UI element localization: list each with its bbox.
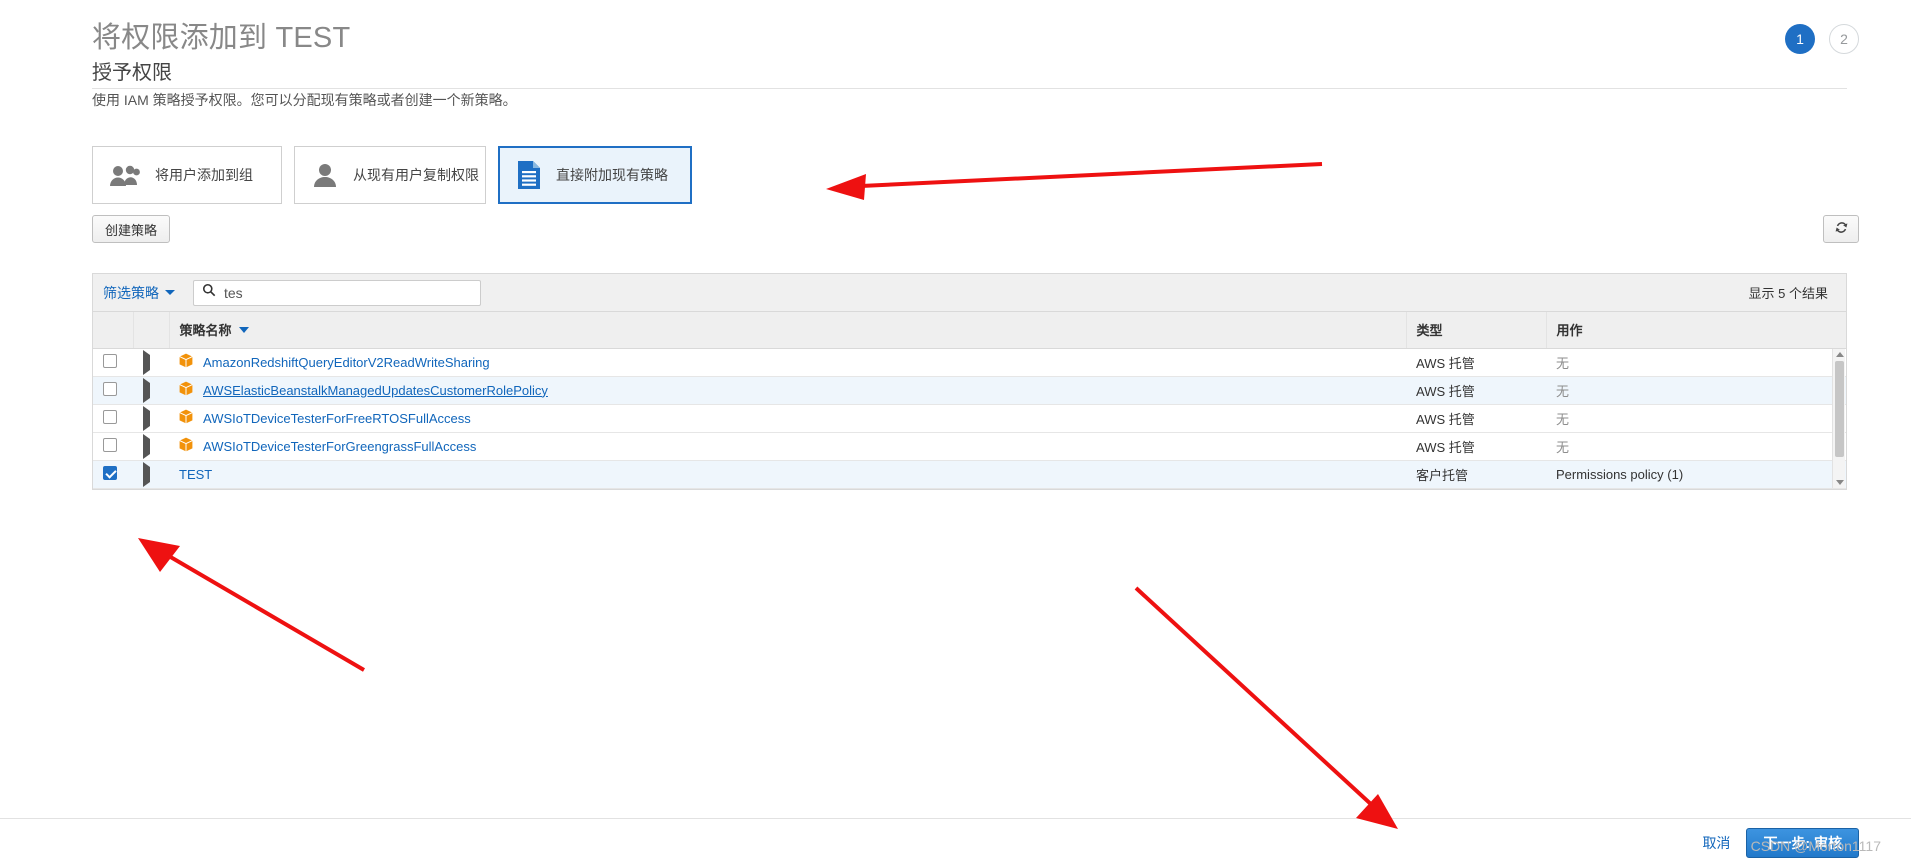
table-body: AmazonRedshiftQueryEditorV2ReadWriteShar…	[93, 348, 1846, 489]
row-name-cell: AmazonRedshiftQueryEditorV2ReadWriteShar…	[169, 348, 1406, 377]
policy-box-icon	[179, 409, 193, 427]
add-permissions-page: 将权限添加到 TEST 1 2 授予权限 使用 IAM 策略授予权限。您可以分配…	[0, 0, 1911, 866]
policy-name-link[interactable]: AWSElasticBeanstalkManagedUpdatesCustome…	[203, 383, 548, 398]
refresh-button[interactable]	[1823, 215, 1859, 243]
header-type[interactable]: 类型	[1406, 312, 1547, 349]
cancel-button[interactable]: 取消	[1702, 833, 1730, 853]
row-checkbox[interactable]	[103, 437, 117, 452]
chevron-down-icon	[165, 290, 175, 295]
row-used-as-cell: 无	[1546, 348, 1846, 377]
chevron-right-icon[interactable]	[143, 377, 150, 403]
sort-descending-icon	[238, 326, 249, 333]
policies-table: 策略名称 类型 用作 AmazonRedshiftQueryEditorV2Re…	[92, 311, 1847, 490]
row-expand-cell[interactable]	[133, 348, 169, 377]
users-group-icon	[109, 163, 141, 187]
row-used-as-cell: Permissions policy (1)	[1546, 460, 1846, 489]
row-type-cell: AWS 托管	[1406, 404, 1546, 433]
row-expand-cell[interactable]	[133, 404, 169, 433]
policy-name-link[interactable]: AWSIoTDeviceTesterForFreeRTOSFullAccess	[203, 411, 471, 426]
option-add-user-to-group[interactable]: 将用户添加到组	[92, 146, 282, 204]
table-scrollbar[interactable]	[1832, 349, 1845, 488]
header-expand	[133, 312, 170, 349]
page-title: 将权限添加到 TEST	[92, 22, 351, 54]
row-name-cell: TEST	[169, 460, 1406, 489]
chevron-right-icon[interactable]	[143, 405, 150, 431]
row-expand-cell[interactable]	[133, 376, 169, 405]
table-row[interactable]: TEST 客户托管 Permissions policy (1)	[93, 460, 1846, 489]
table-row[interactable]: AWSIoTDeviceTesterForGreengrassFullAcces…	[93, 432, 1846, 461]
row-select-cell[interactable]	[93, 404, 133, 433]
option-copy-permissions-from-user[interactable]: 从现有用户复制权限	[294, 146, 486, 204]
section-description: 使用 IAM 策略授予权限。您可以分配现有策略或者创建一个新策略。	[92, 92, 517, 108]
filter-bar: 筛选策略 显示 5 个结果	[92, 273, 1847, 311]
step-indicator: 1 2	[1785, 24, 1859, 54]
policy-box-icon	[179, 381, 193, 399]
step-1[interactable]: 1	[1785, 24, 1815, 54]
option-label: 将用户添加到组	[155, 167, 253, 183]
chevron-right-icon[interactable]	[143, 349, 150, 375]
row-used-as-cell: 无	[1546, 376, 1846, 405]
annotation-arrow-to-checkbox	[138, 538, 366, 672]
row-name-cell: AWSElasticBeanstalkManagedUpdatesCustome…	[169, 376, 1406, 405]
row-expand-cell[interactable]	[133, 460, 169, 489]
policy-name-link[interactable]: AmazonRedshiftQueryEditorV2ReadWriteShar…	[203, 355, 490, 370]
filter-policies-label: 筛选策略	[103, 284, 159, 301]
permission-options: 将用户添加到组 从现有用户复制权限 直接附加现有策略	[92, 146, 692, 204]
row-checkbox[interactable]	[103, 465, 117, 480]
document-icon	[516, 160, 542, 190]
footer-divider	[0, 818, 1911, 819]
table-row[interactable]: AmazonRedshiftQueryEditorV2ReadWriteShar…	[93, 348, 1846, 377]
row-type-cell: AWS 托管	[1406, 376, 1546, 405]
scrollbar-thumb[interactable]	[1835, 361, 1844, 457]
search-input[interactable]	[216, 283, 480, 302]
option-attach-existing-policies[interactable]: 直接附加现有策略	[498, 146, 692, 204]
user-icon	[311, 162, 339, 188]
create-policy-button[interactable]: 创建策略	[92, 215, 171, 243]
search-box[interactable]	[193, 279, 481, 306]
row-select-cell[interactable]	[93, 460, 133, 489]
filter-policies-dropdown[interactable]: 筛选策略	[103, 283, 175, 303]
header-policy-name-label: 策略名称	[179, 323, 232, 339]
row-used-as-cell: 无	[1546, 404, 1846, 433]
header-select	[93, 312, 134, 349]
row-expand-cell[interactable]	[133, 432, 169, 461]
row-checkbox[interactable]	[103, 409, 117, 424]
row-select-cell[interactable]	[93, 348, 133, 377]
option-label: 从现有用户复制权限	[353, 167, 479, 183]
row-select-cell[interactable]	[93, 432, 133, 461]
row-used-as-cell: 无	[1546, 432, 1846, 461]
chevron-right-icon[interactable]	[143, 433, 150, 459]
row-type-cell: AWS 托管	[1406, 348, 1546, 377]
row-checkbox[interactable]	[103, 381, 117, 396]
refresh-icon	[1834, 220, 1849, 238]
policy-box-icon	[179, 353, 193, 371]
annotation-arrow-to-option	[826, 162, 1323, 200]
header-used-as[interactable]: 用作	[1546, 312, 1846, 349]
table-row[interactable]: AWSIoTDeviceTesterForFreeRTOSFullAccess …	[93, 404, 1846, 433]
policy-box-icon	[179, 437, 193, 455]
row-type-cell: 客户托管	[1406, 460, 1546, 489]
policy-name-link[interactable]: TEST	[179, 467, 212, 482]
row-name-cell: AWSIoTDeviceTesterForGreengrassFullAcces…	[169, 432, 1406, 461]
result-count: 显示 5 个结果	[1748, 286, 1828, 301]
step-2[interactable]: 2	[1829, 24, 1859, 54]
search-icon	[202, 283, 216, 302]
chevron-right-icon[interactable]	[143, 461, 150, 487]
policy-name-link[interactable]: AWSIoTDeviceTesterForGreengrassFullAcces…	[203, 439, 476, 454]
table-row[interactable]: AWSElasticBeanstalkManagedUpdatesCustome…	[93, 376, 1846, 405]
table-header-row: 策略名称 类型 用作	[93, 312, 1846, 349]
row-select-cell[interactable]	[93, 376, 133, 405]
row-checkbox[interactable]	[103, 353, 117, 368]
row-name-cell: AWSIoTDeviceTesterForFreeRTOSFullAccess	[169, 404, 1406, 433]
row-type-cell: AWS 托管	[1406, 432, 1546, 461]
header-policy-name[interactable]: 策略名称	[169, 312, 1407, 349]
watermark: CSDN @Morton1117	[1750, 838, 1881, 854]
section-divider	[92, 88, 1847, 89]
option-label: 直接附加现有策略	[556, 167, 668, 183]
scroll-down-icon[interactable]	[1836, 479, 1844, 485]
annotation-arrow-to-next-button	[1134, 586, 1398, 829]
scroll-up-icon[interactable]	[1836, 352, 1844, 357]
section-title: 授予权限	[92, 62, 172, 84]
